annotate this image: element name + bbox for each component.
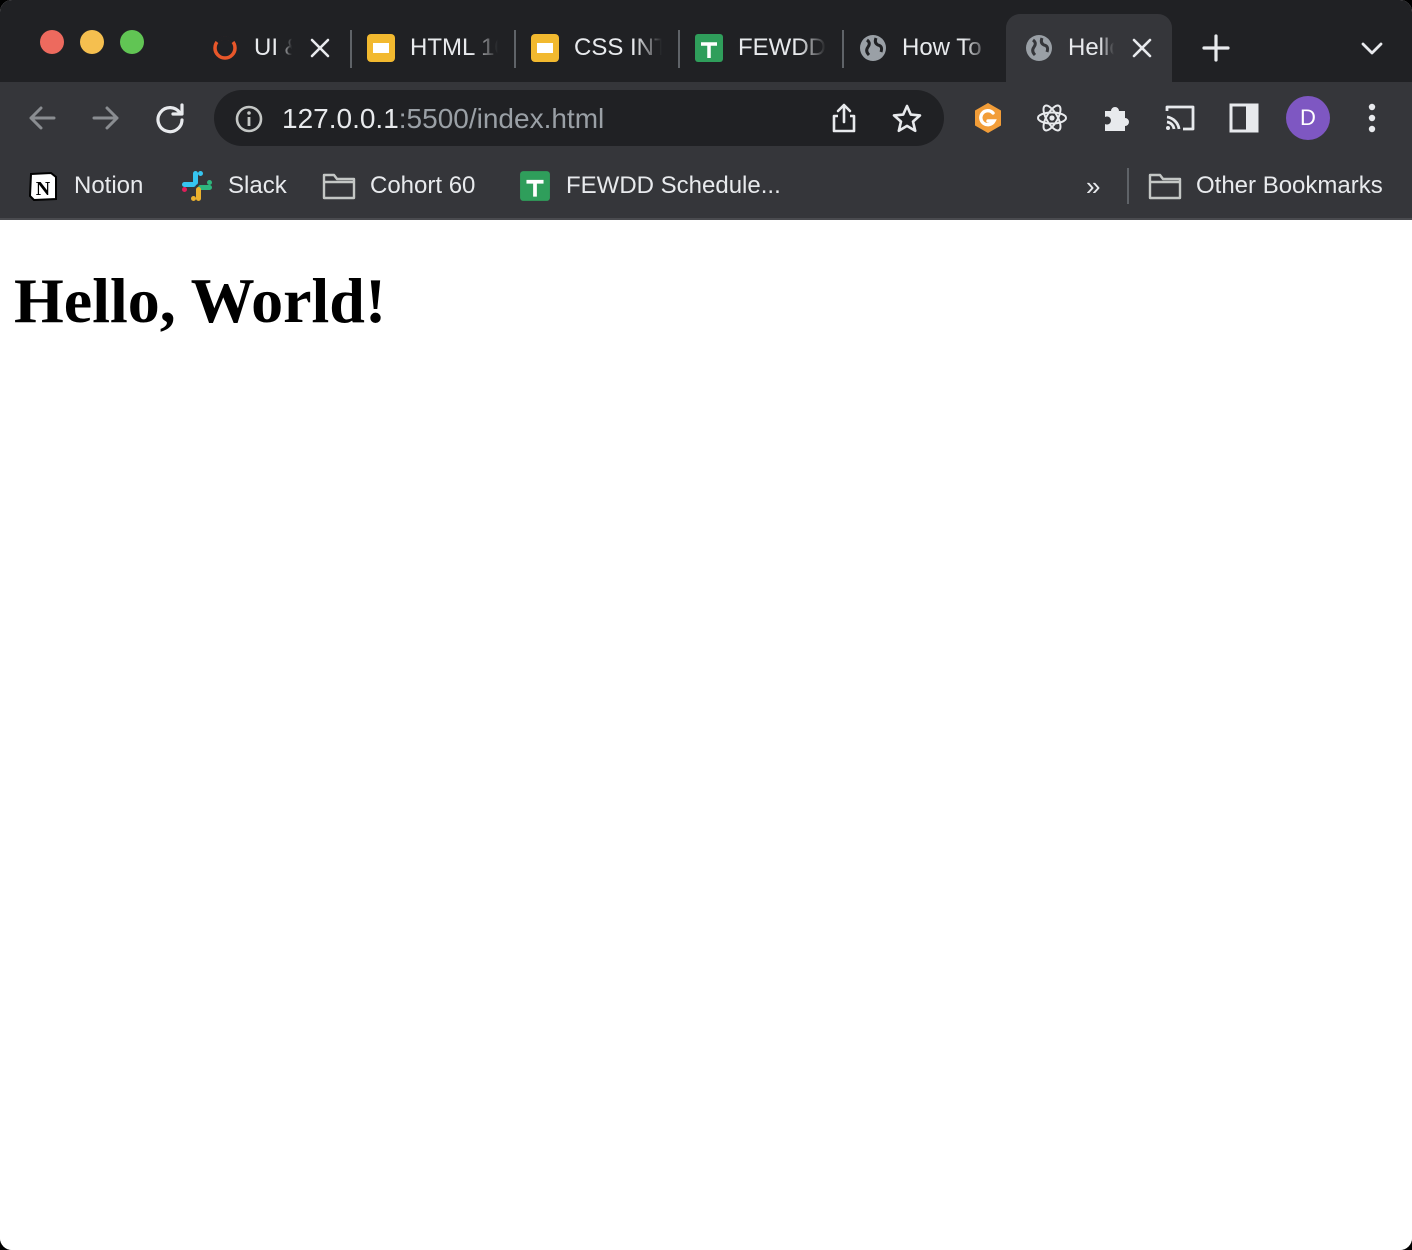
tab-separator <box>842 30 844 68</box>
bookmark-star-icon[interactable] <box>888 100 926 138</box>
tab-separator <box>350 30 352 68</box>
more-bookmarks-button[interactable]: » <box>1086 166 1100 206</box>
tab-hello-active[interactable]: Hello <box>1006 14 1172 82</box>
cast-icon <box>1165 105 1195 131</box>
minimize-window-button[interactable] <box>80 30 104 54</box>
url-host: 127.0.0.1 <box>282 103 399 134</box>
tab-search-button[interactable] <box>1352 28 1392 68</box>
new-tab-button[interactable] <box>1196 28 1236 68</box>
slides-icon <box>366 33 396 63</box>
bookmark-notion[interactable]: N Notion <box>26 166 143 206</box>
forward-arrow-icon <box>92 106 119 130</box>
grammarly-icon <box>975 103 1001 133</box>
tab-title: UI & UX <box>254 34 292 61</box>
grammarly-extension-button[interactable] <box>966 96 1010 140</box>
bookmark-fewdd-schedule[interactable]: FEWDD Schedule... <box>518 166 781 206</box>
url-text[interactable]: 127.0.0.1:5500/index.html <box>282 103 604 135</box>
cast-button[interactable] <box>1158 96 1202 140</box>
react-devtools-button[interactable] <box>1030 96 1074 140</box>
page-heading: Hello, World! <box>14 265 387 336</box>
svg-text:N: N <box>36 178 51 200</box>
bookmark-folder-cohort-60[interactable]: Cohort 60 <box>322 166 475 206</box>
kebab-menu-icon <box>1368 103 1376 133</box>
address-bar[interactable]: 127.0.0.1:5500/index.html <box>214 90 944 146</box>
slack-icon <box>180 169 214 203</box>
tab-title: Hello <box>1068 34 1114 61</box>
chevron-down-icon <box>1361 42 1383 55</box>
plus-icon <box>1202 34 1230 62</box>
close-tab-icon[interactable] <box>306 34 334 62</box>
maximize-window-button[interactable] <box>120 30 144 54</box>
tab-title: CSS INTRO <box>574 34 662 61</box>
notion-icon: N <box>26 169 60 203</box>
forward-button[interactable] <box>84 96 128 140</box>
folder-icon <box>1148 169 1182 203</box>
reload-button[interactable] <box>148 96 192 140</box>
extensions-button[interactable] <box>1094 96 1138 140</box>
back-button[interactable] <box>20 96 64 140</box>
info-icon[interactable] <box>234 104 264 134</box>
tab-separator <box>514 30 516 68</box>
tab-strip: UI & UX HTML 101 CSS INTRO <box>0 0 1412 82</box>
reload-icon <box>156 103 184 134</box>
ring-icon <box>210 33 240 63</box>
bookmark-label: Cohort 60 <box>370 172 476 199</box>
tab-title: How To <box>902 34 982 61</box>
bookmark-label: Notion <box>74 172 144 199</box>
tab-title: HTML 101 <box>410 34 498 61</box>
page-viewport: Hello, World! <box>0 220 1412 1250</box>
bookmarks-separator <box>1127 168 1129 204</box>
browser-window: UI & UX HTML 101 CSS INTRO <box>0 0 1412 1250</box>
react-icon <box>1037 104 1067 132</box>
share-icon[interactable] <box>826 100 862 136</box>
puzzle-icon <box>1105 107 1129 131</box>
browser-toolbar: 127.0.0.1:5500/index.html D <box>0 82 1412 154</box>
other-bookmarks-folder[interactable]: Other Bookmarks <box>1148 166 1383 206</box>
tab-ui-ux[interactable]: UI & UX <box>204 14 344 82</box>
tab-css-intro[interactable]: CSS INTRO <box>524 14 674 82</box>
other-bookmarks-label: Other Bookmarks <box>1196 172 1383 199</box>
tab-how-to[interactable]: How To <box>852 14 1002 82</box>
url-path: :5500/index.html <box>398 103 605 134</box>
globe-icon <box>1024 33 1054 63</box>
globe-icon <box>858 33 888 63</box>
close-window-button[interactable] <box>40 30 64 54</box>
tab-separator <box>678 30 680 68</box>
tab-title: FEWDD <box>738 34 826 61</box>
close-tab-icon[interactable] <box>1128 34 1156 62</box>
tab-fewdd[interactable]: FEWDD <box>688 14 838 82</box>
back-arrow-icon <box>29 106 56 130</box>
side-panel-icon <box>1229 103 1259 133</box>
bookmark-label: Slack <box>228 172 287 199</box>
folder-icon <box>322 169 356 203</box>
slides-icon <box>530 33 560 63</box>
bookmarks-bar: N Notion Slack Cohort 60 FEWDD Schedule.… <box>0 154 1412 220</box>
bookmark-label: FEWDD Schedule... <box>566 172 781 199</box>
side-panel-button[interactable] <box>1222 96 1266 140</box>
sheets-icon <box>518 169 552 203</box>
bookmark-slack[interactable]: Slack <box>180 166 287 206</box>
menu-button[interactable] <box>1350 96 1394 140</box>
sheets-icon <box>694 33 724 63</box>
tab-html[interactable]: HTML 101 <box>360 14 508 82</box>
profile-avatar[interactable]: D <box>1286 96 1330 140</box>
